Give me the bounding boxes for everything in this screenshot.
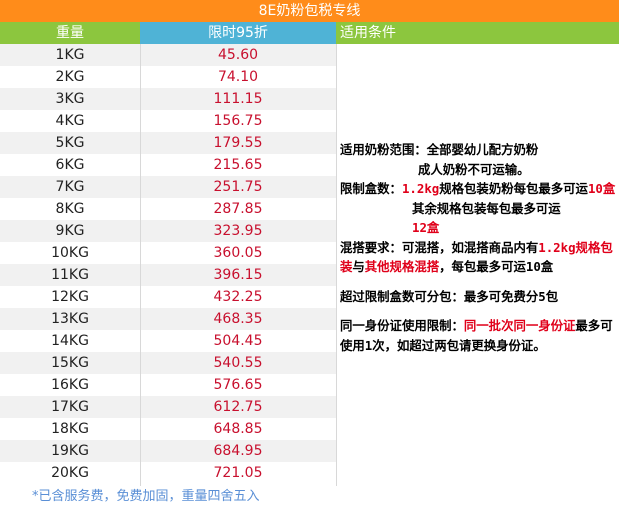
weight-cell: 4KG xyxy=(55,113,85,129)
table-row: 10KG 360.05 xyxy=(0,242,336,264)
table-row: 12KG 432.25 xyxy=(0,286,336,308)
weight-column-header: 重量 xyxy=(0,22,140,44)
scope-note: 成人奶粉不可运输。 xyxy=(418,161,530,177)
table-row: 15KG 540.55 xyxy=(0,352,336,374)
scope-line: 适用奶粉范围：全部婴幼儿配方奶粉 xyxy=(340,142,539,157)
id-limit-text: 同一身份证使用限制：同一批次同一身份证最多可使用1次，如超过两包请更换身份证。 xyxy=(340,318,613,353)
table-row: 6KG 215.65 xyxy=(0,154,336,176)
weight-cell: 19KG xyxy=(51,443,89,459)
price-cell: 74.10 xyxy=(217,69,259,85)
limit-other-text: 其余规格包装每包最多可运 12盒 xyxy=(412,200,561,236)
conditions-panel: 适用奶粉范围：全部婴幼儿配方奶粉 成人奶粉不可运输。 限制盒数：1.2kg规格包… xyxy=(340,140,616,355)
table-row: 5KG 179.55 xyxy=(0,132,336,154)
price-cell: 251.75 xyxy=(213,179,263,195)
column-divider xyxy=(140,44,141,486)
conditions-column-header: 适用条件 xyxy=(336,22,619,44)
weight-cell: 2KG xyxy=(55,69,85,85)
table-row: 13KG 468.35 xyxy=(0,308,336,330)
table-row: 1KG 45.60 xyxy=(0,44,336,66)
weight-cell: 9KG xyxy=(55,223,85,239)
weight-cell: 7KG xyxy=(55,179,85,195)
price-cell: 540.55 xyxy=(213,355,263,371)
price-cell: 323.95 xyxy=(213,223,263,239)
weight-cell: 16KG xyxy=(51,377,89,393)
weight-cell: 3KG xyxy=(55,91,85,107)
split-text: 超过限制盒数可分包：最多可免费分5包 xyxy=(340,288,559,304)
page-title: 8E奶粉包税专线 xyxy=(0,0,619,22)
table-row: 3KG 111.15 xyxy=(0,88,336,110)
weight-cell: 5KG xyxy=(55,135,85,151)
price-cell: 215.65 xyxy=(213,157,263,173)
table-row: 19KG 684.95 xyxy=(0,440,336,462)
table-row: 4KG 156.75 xyxy=(0,110,336,132)
price-cell: 179.55 xyxy=(213,135,263,151)
limit-text: 限制盒数：1.2kg规格包装奶粉每包最多可运10盒 xyxy=(340,181,616,196)
column-divider xyxy=(336,44,337,486)
price-cell: 576.65 xyxy=(213,377,263,393)
table-row: 18KG 648.85 xyxy=(0,418,336,440)
table-row: 11KG 396.15 xyxy=(0,264,336,286)
weight-cell: 12KG xyxy=(51,289,89,305)
weight-cell: 20KG xyxy=(51,465,89,481)
price-cell: 468.35 xyxy=(213,311,263,327)
weight-cell: 10KG xyxy=(51,245,89,261)
price-cell: 684.95 xyxy=(213,443,263,459)
footnote: *已含服务费，免费加固，重量四舍五入 xyxy=(32,489,260,504)
weight-cell: 6KG xyxy=(55,157,85,173)
weight-cell: 11KG xyxy=(51,267,89,283)
weight-cell: 14KG xyxy=(51,333,89,349)
table-row: 2KG 74.10 xyxy=(0,66,336,88)
weight-cell: 13KG xyxy=(51,311,89,327)
price-column-header: 限时95折 xyxy=(140,22,336,44)
price-cell: 156.75 xyxy=(213,113,263,129)
price-cell: 721.05 xyxy=(213,465,263,481)
weight-cell: 18KG xyxy=(51,421,89,437)
weight-cell: 15KG xyxy=(51,355,89,371)
weight-cell: 1KG xyxy=(55,47,85,63)
weight-cell: 17KG xyxy=(51,399,89,415)
table-row: 17KG 612.75 xyxy=(0,396,336,418)
mix-text: 混搭要求：可混搭，如混搭商品内有1.2kg规格包装与其他规格混搭，每包最多可运1… xyxy=(340,239,613,275)
table-row: 20KG 721.05 xyxy=(0,462,336,484)
weight-cell: 8KG xyxy=(55,201,85,217)
price-cell: 432.25 xyxy=(213,289,263,305)
table-row: 16KG 576.65 xyxy=(0,374,336,396)
price-cell: 612.75 xyxy=(213,399,263,415)
price-cell: 648.85 xyxy=(213,421,263,437)
table-row: 7KG 251.75 xyxy=(0,176,336,198)
table-row: 14KG 504.45 xyxy=(0,330,336,352)
price-cell: 287.85 xyxy=(213,201,263,217)
table-row: 8KG 287.85 xyxy=(0,198,336,220)
table-row: 9KG 323.95 xyxy=(0,220,336,242)
price-cell: 45.60 xyxy=(217,47,259,63)
price-cell: 111.15 xyxy=(213,91,263,107)
price-cell: 360.05 xyxy=(213,245,263,261)
price-table: 1KG 45.60 2KG 74.10 3KG 111.15 4KG 156.75 5KG 179… xyxy=(0,44,336,484)
price-cell: 504.45 xyxy=(213,333,263,349)
price-cell: 396.15 xyxy=(213,267,263,283)
